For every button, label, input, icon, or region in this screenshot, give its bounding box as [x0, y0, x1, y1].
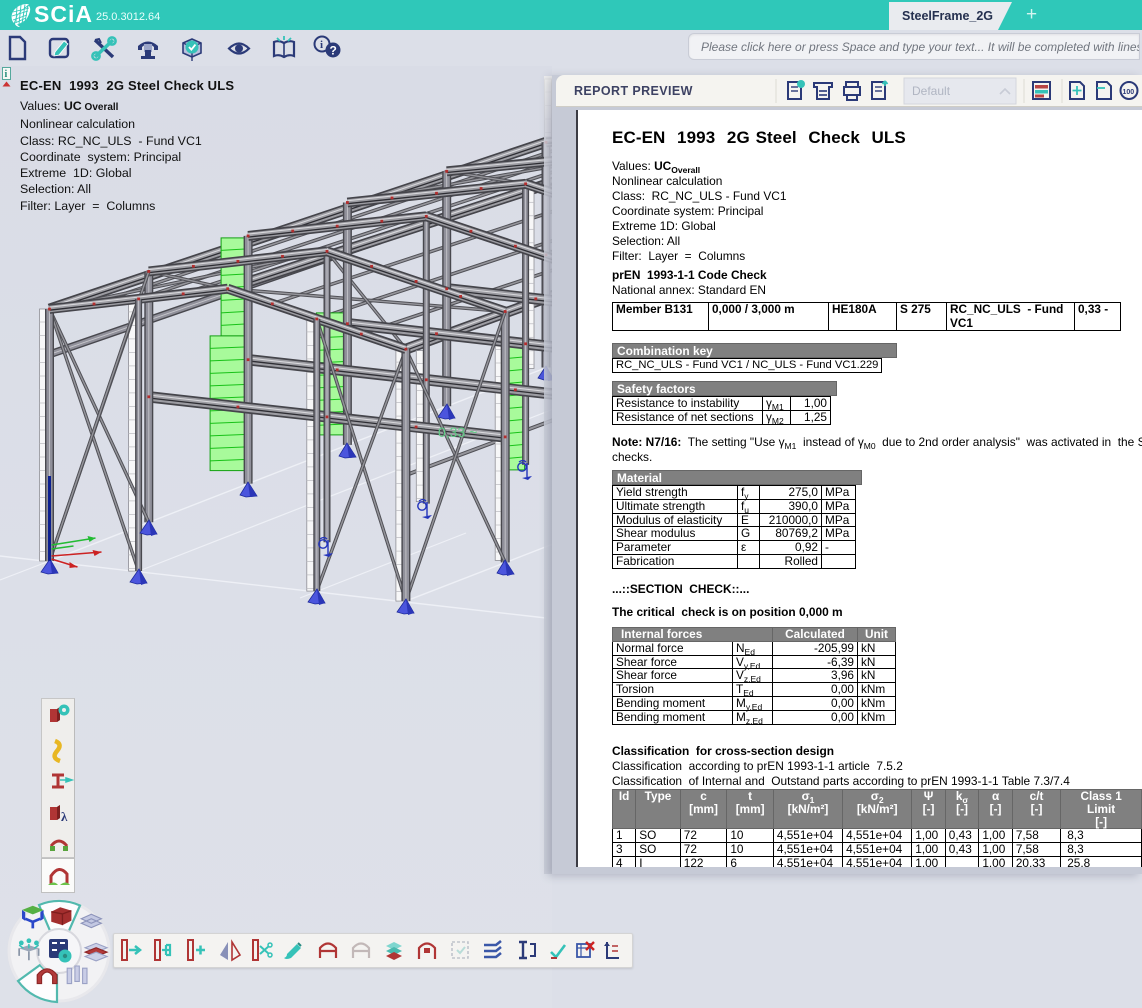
svg-text:i: i	[320, 39, 323, 51]
svg-text:?: ?	[330, 44, 337, 58]
svg-text:i: i	[5, 69, 8, 80]
svg-text:100: 100	[1123, 89, 1135, 96]
svg-text:0,33 ~: 0,33 ~	[438, 424, 477, 440]
svg-text:Default: Default	[912, 84, 951, 98]
svg-text:λ: λ	[61, 809, 68, 824]
